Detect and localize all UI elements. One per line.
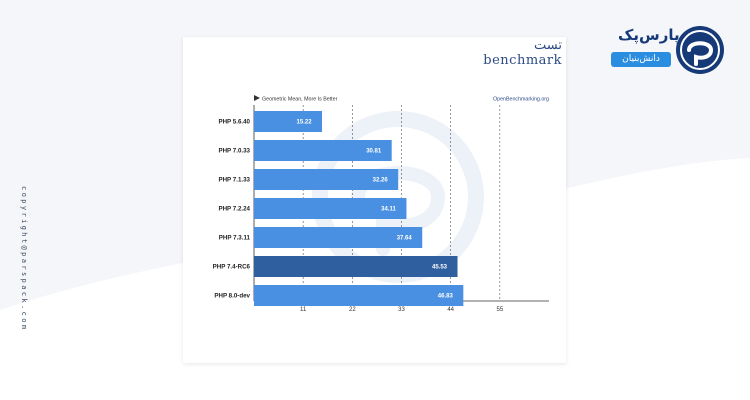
value-label-3: 34.11 xyxy=(381,207,396,213)
value-label-1: 30.81 xyxy=(366,149,382,155)
x-tick-label-4: 55 xyxy=(496,307,503,313)
parspack-logo-icon xyxy=(676,26,724,74)
subtitle-arrow-icon xyxy=(254,95,260,101)
x-tick-label-2: 33 xyxy=(398,307,405,313)
value-label-5: 45.53 xyxy=(432,265,448,271)
brand-name: پارس‌پک xyxy=(618,26,680,44)
benchmark-bar-chart: PHP 5.6.40 15.22 PHP 7.0.33 30.81 PHP 7.1.33… xyxy=(213,95,549,313)
bar-0 xyxy=(254,111,323,132)
x-tick-label-1: 22 xyxy=(349,307,356,313)
value-label-0: 15.22 xyxy=(297,120,313,126)
value-label-6: 46.83 xyxy=(438,294,454,300)
chart-source: OpenBenchmarking.org xyxy=(493,97,549,103)
category-label-6: PHP 8.0-dev xyxy=(214,293,250,300)
x-tick-label-0: 11 xyxy=(300,307,307,313)
x-tick-label-3: 44 xyxy=(447,307,454,313)
copyright-text: copyright@parspack.com xyxy=(20,186,28,332)
brand-tagline-badge: دانش‌بنیان xyxy=(611,52,671,67)
category-label-3: PHP 7.2.24 xyxy=(218,206,250,213)
category-label-1: PHP 7.0.33 xyxy=(218,148,250,155)
parspack-logo: پارس‌پک دانش‌بنیان xyxy=(602,20,742,80)
bar-6 xyxy=(254,285,464,306)
category-label-2: PHP 7.1.33 xyxy=(218,177,250,184)
category-label-0: PHP 5.6.40 xyxy=(218,119,250,126)
category-label-4: PHP 7.3.11 xyxy=(219,235,251,242)
bar-5 xyxy=(254,256,458,277)
value-label-2: 32.26 xyxy=(373,178,389,184)
value-label-4: 37.64 xyxy=(397,236,413,242)
category-label-5: PHP 7.4-RC6 xyxy=(213,264,251,271)
chart-subtitle: Geometric Mean, More Is Better xyxy=(262,97,338,103)
